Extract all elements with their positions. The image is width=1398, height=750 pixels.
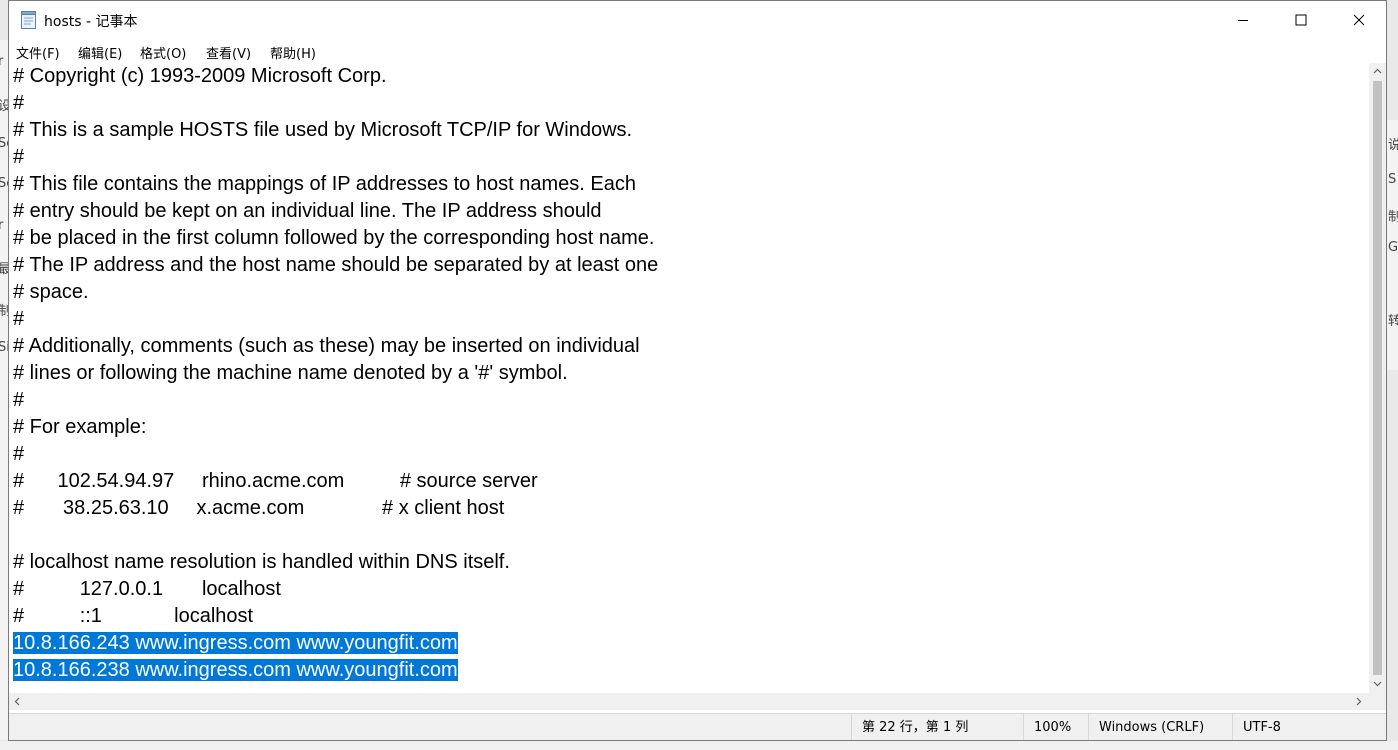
editor-line: # — [13, 387, 24, 414]
close-button[interactable] — [1330, 1, 1386, 39]
status-encoding: UTF-8 — [1232, 714, 1386, 740]
menu-format[interactable]: 格式(O) — [140, 43, 186, 62]
editor-line: # Additionally, comments (such as these)… — [13, 333, 640, 360]
line-text: # This file contains the mappings of IP … — [13, 173, 636, 195]
line-text: # This is a sample HOSTS file used by Mi… — [13, 119, 633, 141]
line-text: # — [13, 443, 25, 465]
line-text: # — [13, 389, 25, 411]
horizontal-scrollbar[interactable] — [9, 693, 1369, 710]
line-text: # — [13, 92, 25, 114]
vertical-scroll-thumb[interactable] — [1373, 81, 1382, 675]
menu-file[interactable]: 文件(F) — [16, 43, 60, 62]
editor-line: # 102.54.94.97 rhino.acme.com # source s… — [13, 468, 538, 495]
status-cursor-position: 第 22 行，第 1 列 — [851, 714, 1023, 740]
line-text: # For example: — [13, 416, 147, 438]
editor-line: # — [13, 90, 24, 117]
status-bar: 第 22 行，第 1 列 100% Windows (CRLF) UTF-8 — [9, 713, 1386, 740]
line-text: # — [13, 308, 25, 330]
maximize-button[interactable] — [1272, 1, 1330, 39]
scrollbar-corner — [1369, 693, 1386, 710]
line-text: # lines or following the machine name de… — [13, 362, 568, 384]
editor-line: # 38.25.63.10 x.acme.com # x client host — [13, 495, 504, 522]
line-text: # be placed in the first column followed… — [13, 227, 655, 249]
editor-line: # 127.0.0.1 localhost — [13, 576, 281, 603]
scroll-down-arrow-icon[interactable] — [1373, 681, 1382, 687]
status-zoom: 100% — [1023, 714, 1088, 740]
line-text: # 38.25.63.10 x.acme.com # x client host — [13, 497, 505, 519]
status-line-ending: Windows (CRLF) — [1088, 714, 1232, 740]
line-text: # 127.0.0.1 localhost — [13, 578, 281, 600]
editor-line: # For example: — [13, 414, 146, 441]
minimize-button[interactable] — [1214, 1, 1272, 39]
close-icon — [1353, 11, 1365, 30]
line-text: # space. — [13, 281, 89, 303]
scroll-up-arrow-icon[interactable] — [1373, 68, 1382, 74]
text-editor-area[interactable]: # Copyright (c) 1993-2009 Microsoft Corp… — [9, 63, 1369, 693]
editor-line: 10.8.166.238 www.ingress.com www.youngfi… — [13, 657, 458, 684]
window-title: hosts - 记事本 — [44, 14, 138, 30]
editor-line: # — [13, 144, 24, 171]
editor-line: # space. — [13, 279, 89, 306]
editor-line: # The IP address and the host name shoul… — [13, 252, 658, 279]
line-text: # Additionally, comments (such as these)… — [13, 335, 640, 357]
line-text: # ::1 localhost — [13, 605, 254, 627]
editor-line: # entry should be kept on an individual … — [13, 198, 602, 225]
editor-line: # This is a sample HOSTS file used by Mi… — [13, 117, 632, 144]
editor-line: # be placed in the first column followed… — [13, 225, 654, 252]
background-window-bottom-edge — [0, 741, 1398, 750]
line-text: # entry should be kept on an individual … — [13, 200, 602, 222]
selected-text: 10.8.166.238 www.ingress.com www.youngfi… — [13, 659, 458, 681]
editor-line: # lines or following the machine name de… — [13, 360, 568, 387]
menu-edit[interactable]: 编辑(E) — [78, 43, 122, 62]
menu-bar: 文件(F) 编辑(E) 格式(O) 查看(V) 帮助(H) — [9, 39, 1386, 63]
background-window-right-edge: 说S制 G转 — [1387, 120, 1398, 370]
editor-line: # This file contains the mappings of IP … — [13, 171, 636, 198]
editor-line: # Copyright (c) 1993-2009 Microsoft Corp… — [13, 63, 387, 90]
line-text: # Copyright (c) 1993-2009 Microsoft Corp… — [13, 65, 387, 87]
title-bar[interactable]: hosts - 记事本 — [9, 1, 1386, 39]
line-text: # localhost name resolution is handled w… — [13, 551, 510, 573]
notepad-icon — [20, 11, 37, 29]
editor-line: # ::1 localhost — [13, 603, 253, 630]
line-text: # — [13, 146, 25, 168]
minimize-icon — [1237, 11, 1249, 30]
line-text: # The IP address and the host name shoul… — [13, 254, 659, 276]
notepad-window: hosts - 记事本 文件(F) 编辑(E) 格式(O) 查看(V) 帮助(H… — [8, 0, 1387, 741]
editor-line: # — [13, 306, 24, 333]
editor-line: # localhost name resolution is handled w… — [13, 549, 510, 576]
editor-line: 10.8.166.243 www.ingress.com www.youngfi… — [13, 630, 458, 657]
editor-line: # — [13, 441, 24, 468]
scroll-left-arrow-icon[interactable] — [14, 697, 20, 706]
maximize-icon — [1295, 11, 1307, 30]
line-text: # 102.54.94.97 rhino.acme.com # source s… — [13, 470, 538, 492]
menu-view[interactable]: 查看(V) — [206, 43, 251, 62]
selected-text: 10.8.166.243 www.ingress.com www.youngfi… — [13, 632, 458, 654]
menu-help[interactable]: 帮助(H) — [270, 43, 316, 62]
scroll-right-arrow-icon[interactable] — [1356, 697, 1362, 706]
